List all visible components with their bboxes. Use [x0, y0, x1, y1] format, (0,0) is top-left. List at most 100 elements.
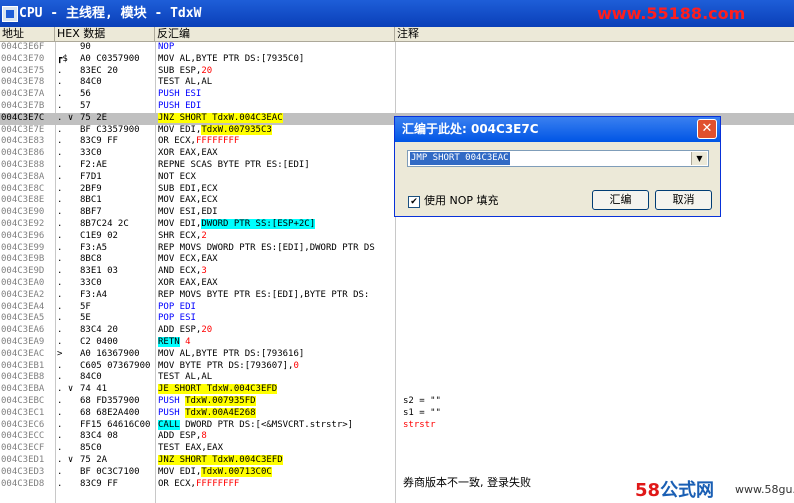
row-jump-marker: . [57, 254, 63, 265]
comment-token: s1 = "" [403, 407, 441, 418]
disasm-row[interactable]: 004C3E9B. 8BC8 MOV ECX,EAX [0, 254, 794, 266]
disasm-row[interactable]: 004C3EB8. 84C0 TEST AL,AL [0, 372, 794, 384]
assemble-button[interactable]: 汇编 [592, 190, 649, 210]
row-jump-marker: . ∨ [57, 112, 74, 123]
disasm-token: 2 [201, 230, 207, 241]
disasm-row[interactable]: 004C3EBC. 68 FD357900 PUSH TdxW.007935FD s2… [0, 396, 794, 408]
disasm-row[interactable]: 004C3E78. 84C0 TEST AL,AL [0, 77, 794, 89]
row-jump-marker: . [57, 313, 63, 324]
row-disassembly: ADD ESP,20 [158, 325, 394, 337]
cpu-window-icon [2, 6, 18, 22]
row-jump-marker: . [57, 77, 63, 88]
row-hex: BF 0C3C7100 [80, 466, 140, 477]
disasm-row[interactable]: 004C3EC1. 68 68E2A400 PUSH TdxW.00A4E268 s1… [0, 407, 794, 420]
disasm-token: TEST EAX,EAX [158, 443, 224, 454]
row-jump-marker: . [57, 478, 63, 489]
row-address: 004C3ECC [1, 431, 45, 442]
row-address: 004C3E9D [1, 266, 45, 277]
cancel-button[interactable]: 取消 [655, 190, 712, 210]
disasm-token: TdxW.007935FD [185, 396, 256, 406]
disasm-row[interactable]: 004C3EA6. 83C4 20 ADD ESP,20 [0, 325, 794, 337]
row-disassembly: MOV ESI,EDI [158, 207, 394, 219]
disasm-row[interactable]: 004C3EA4. 5F POP EDI [0, 302, 794, 314]
disasm-row[interactable]: 004C3E96. C1E9 02 SHR ECX,2 [0, 231, 794, 243]
col-comment[interactable]: 注释 [395, 27, 794, 41]
row-address: 004C3EA9 [1, 337, 45, 347]
row-jump-marker: . [57, 407, 63, 418]
row-disassembly: NOP [158, 42, 394, 54]
disasm-row[interactable]: 004C3ECC. 83C4 08 ADD ESP,8 [0, 431, 794, 443]
disasm-row[interactable]: 004C3EBA . ∨ 74 41 JE SHORT TdxW.004C3EFD [0, 384, 794, 396]
assemble-input[interactable]: JMP SHORT 004C3EAC ▼ [407, 150, 709, 167]
row-hex: 2BF9 [80, 183, 102, 194]
row-address: 004C3EA2 [1, 289, 45, 300]
disasm-row[interactable]: 004C3EB1. C605 07367900 MOV BYTE PTR DS:[7… [0, 361, 794, 373]
disasm-row[interactable]: 004C3ED1 . ∨ 75 2A JNZ SHORT TdxW.004C3EFD [0, 455, 794, 467]
disasm-row[interactable]: 004C3E6F 90 NOP [0, 42, 794, 54]
row-jump-marker: . [57, 443, 63, 454]
disasm-token: JNZ SHORT TdxW.004C3EFD [158, 455, 283, 465]
row-address: 004C3E86 [1, 148, 45, 159]
row-address: 004C3E90 [1, 207, 45, 218]
chevron-down-icon[interactable]: ▼ [691, 152, 707, 165]
disasm-row[interactable]: 004C3E7A. 56 PUSH ESI [0, 89, 794, 101]
row-address: 004C3E92 [1, 219, 45, 229]
row-address: 004C3E88 [1, 160, 45, 170]
disasm-row[interactable]: 004C3E7B. 57 PUSH EDI [0, 101, 794, 113]
row-address: 004C3EAC [1, 348, 45, 359]
col-disasm[interactable]: 反汇编 [155, 27, 395, 41]
disasm-token: SUB EDI,ECX [158, 183, 218, 194]
row-address: 004C3E75 [1, 65, 45, 76]
row-hex: 75 2A [80, 455, 108, 465]
row-jump-marker: . [57, 278, 63, 288]
row-address: 004C3E8A [1, 171, 45, 182]
close-button[interactable]: ✕ [697, 119, 717, 139]
watermark-55188: www.55188.com [597, 4, 746, 23]
disasm-row[interactable]: 004C3ECF. 85C0 TEST EAX,EAX [0, 443, 794, 455]
disasm-row[interactable]: 004C3E70 ┏$ A0 C0357900 MOV AL,BYTE PTR DS:… [0, 54, 794, 66]
row-disassembly: PUSH TdxW.00A4E268 [158, 407, 394, 420]
logo-58: 58 [635, 480, 661, 501]
disasm-row[interactable]: 004C3E99. F3:A5 REP MOVS DWORD PTR ES:[EDI… [0, 243, 794, 255]
disasm-row[interactable]: 004C3E9D. 83E1 03 AND ECX,3 [0, 266, 794, 278]
row-address: 004C3E9B [1, 254, 45, 265]
disasm-row[interactable]: 004C3EAC > A0 16367900 MOV AL,BYTE PTR DS:[… [0, 349, 794, 361]
nop-fill-label[interactable]: 使用 NOP 填充 [424, 193, 499, 209]
row-address: 004C3EBA [1, 384, 45, 395]
nop-fill-checkbox[interactable]: ✔ [408, 196, 420, 208]
col-hex[interactable]: HEX 数据 [55, 27, 155, 41]
assemble-input-value[interactable]: JMP SHORT 004C3EAC [410, 152, 510, 165]
row-jump-marker: . [57, 431, 63, 442]
disasm-token: TdxW.00A4E268 [185, 407, 256, 418]
row-jump-marker: . [57, 230, 63, 241]
disasm-row[interactable]: 004C3EA0. 33C0 XOR EAX,EAX [0, 278, 794, 290]
row-address: 004C3E7E [1, 124, 45, 135]
row-disassembly: TEST AL,AL [158, 77, 394, 89]
window-title: CPU - 主线程, 模块 - TdxW [19, 6, 202, 21]
disasm-token: MOV EDI, [158, 219, 202, 229]
row-address: 004C3E96 [1, 230, 45, 241]
row-hex: 8BC1 [80, 195, 102, 206]
disasm-token: FFFFFFFF [195, 478, 240, 489]
row-disassembly: MOV EAX,ECX [158, 195, 394, 207]
row-hex: FF15 64616C00 [80, 419, 151, 430]
row-address: 004C3EB1 [1, 360, 45, 371]
row-address: 004C3EA6 [1, 325, 45, 336]
row-hex: 8BF7 [80, 207, 102, 218]
col-addr[interactable]: 地址 [0, 27, 55, 41]
disasm-token: MOV AL,BYTE PTR DS:[793616] [158, 348, 305, 359]
row-jump-marker: . [57, 337, 63, 347]
disasm-token: MOV AL,BYTE PTR DS:[7935C0] [158, 53, 305, 64]
disasm-row[interactable]: 004C3EA9. C2 0400 RETN 4 [0, 337, 794, 349]
disasm-token: DWORD PTR SS:[ESP+2C] [201, 219, 316, 229]
disasm-row[interactable]: 004C3EA5. 5E POP ESI [0, 313, 794, 325]
disassembly-pane[interactable]: 004C3E6F 90 NOP 004C3E70 ┏$ A0 C0357900 MOV AL… [0, 42, 794, 503]
disasm-row[interactable]: 004C3E92. 8B7C24 2C MOV EDI,DWORD PTR SS:[… [0, 219, 794, 231]
row-address: 004C3E8E [1, 195, 45, 206]
dialog-title: 汇编于此处: 004C3E7C [402, 122, 539, 136]
disasm-row[interactable]: 004C3E75. 83EC 20 SUB ESP,20 [0, 66, 794, 78]
disasm-row[interactable]: 004C3EA2. F3:A4 REP MOVS BYTE PTR ES:[EDI]… [0, 290, 794, 302]
row-jump-marker: . [57, 219, 63, 229]
disasm-token: OR ECX, [158, 136, 196, 147]
disasm-row[interactable]: 004C3EC6. FF15 64616C00 CALL DWORD PTR DS:… [0, 419, 794, 432]
